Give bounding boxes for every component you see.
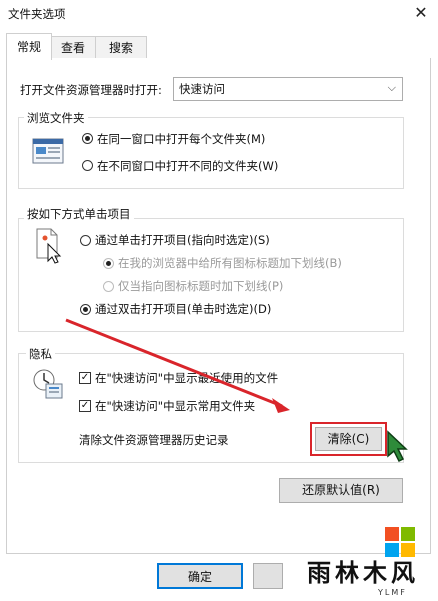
radio-same-window[interactable] [82, 133, 93, 144]
restore-defaults-button[interactable]: 还原默认值(R) [279, 478, 403, 503]
browse-folders-group [18, 117, 404, 189]
radio-new-window[interactable] [82, 160, 93, 171]
window-icon [32, 138, 64, 164]
clear-history-label: 清除文件资源管理器历史记录 [79, 433, 229, 447]
radio-same-window-label: 在同一窗口中打开每个文件夹(M) [97, 132, 266, 146]
window-title: 文件夹选项 [8, 7, 66, 21]
checkbox-recent-files[interactable]: ✓ [79, 372, 91, 384]
ok-button[interactable]: 确定 [157, 563, 243, 589]
checkbox-frequent-folders[interactable]: ✓ [79, 400, 91, 412]
watermark-sub: YLMF [378, 588, 407, 597]
watermark-text: 雨林木风 [307, 558, 419, 587]
radio-double-click-label: 通过双击打开项目(单击时选定)(D) [95, 302, 272, 316]
open-explorer-label: 打开文件资源管理器时打开: [20, 83, 162, 97]
windows-logo-icon [385, 527, 415, 557]
radio-new-window-label: 在不同窗口中打开不同的文件夹(W) [97, 159, 279, 173]
browse-folders-legend: 浏览文件夹 [24, 110, 88, 126]
tab-search[interactable]: 搜索 [95, 36, 147, 59]
checkbox-frequent-folders-label: 在"快速访问"中显示常用文件夹 [95, 399, 256, 413]
open-explorer-value: 快速访问 [179, 82, 225, 96]
tab-view[interactable]: 查看 [50, 36, 96, 59]
radio-double-click[interactable] [80, 304, 91, 315]
checkbox-recent-files-label: 在"快速访问"中显示最近使用的文件 [95, 371, 279, 385]
close-icon[interactable]: ✕ [408, 2, 434, 24]
radio-underline-hover-label: 仅当指向图标标题时加下划线(P) [118, 279, 284, 293]
privacy-icon [32, 368, 64, 400]
clear-button[interactable]: 清除(C) [315, 427, 382, 451]
chevron-down-icon: ⌵ [387, 81, 396, 94]
cancel-button-partial[interactable] [253, 563, 283, 589]
radio-underline-all[interactable] [103, 258, 114, 269]
cursor-file-icon [34, 228, 64, 264]
radio-single-click-label: 通过单击打开项目(指向时选定)(S) [95, 233, 270, 247]
radio-underline-all-label: 在我的浏览器中给所有图标标题加下划线(B) [118, 256, 342, 270]
privacy-legend: 隐私 [26, 346, 55, 362]
tab-general[interactable]: 常规 [6, 33, 52, 60]
watermark-logo: 雨林木风 YLMF [288, 558, 438, 601]
radio-underline-hover[interactable] [103, 281, 114, 292]
green-cursor-icon [384, 430, 418, 464]
click-items-legend: 按如下方式单击项目 [24, 206, 134, 222]
radio-single-click[interactable] [80, 235, 91, 246]
open-explorer-select[interactable]: 快速访问 ⌵ [173, 77, 403, 101]
